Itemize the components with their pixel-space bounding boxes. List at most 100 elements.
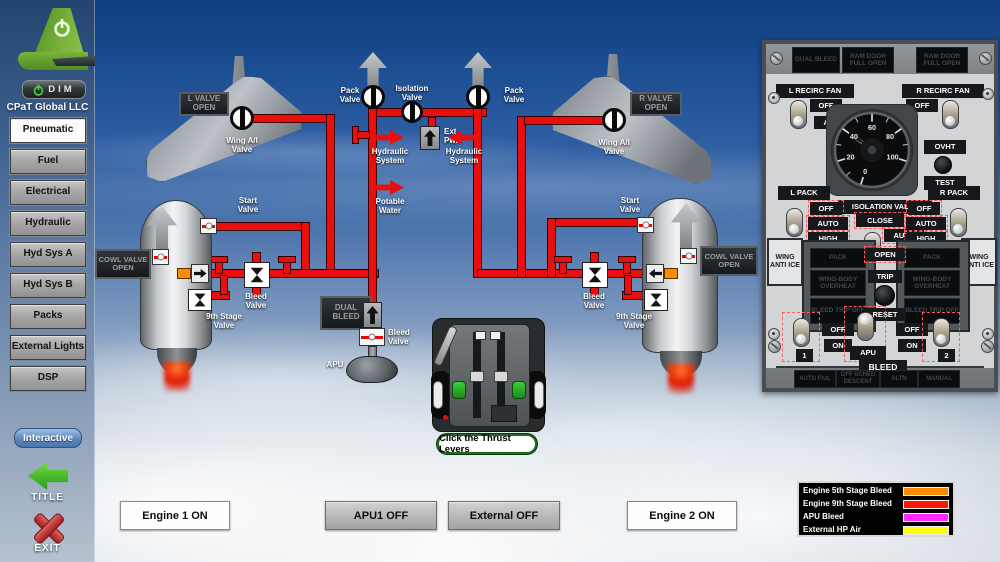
sidebar-item-pneumatic[interactable]: Pneumatic xyxy=(10,118,86,143)
legend-label: External HP Air xyxy=(803,525,861,534)
thrust-lever-1-handle[interactable] xyxy=(470,371,484,382)
l-pack-switch[interactable] xyxy=(786,208,803,237)
l-pack-label: L PACK xyxy=(778,186,830,200)
engine-2-bleed-valve[interactable] xyxy=(582,262,608,288)
engine-1-bleed-valve[interactable] xyxy=(244,262,270,288)
engine-2-9th-stage-valve[interactable] xyxy=(644,289,668,311)
engine-1-start-valve[interactable] xyxy=(200,218,217,234)
legend-swatch-5th-stage xyxy=(903,487,949,496)
exit-x-icon[interactable] xyxy=(31,511,65,543)
screw-icon xyxy=(981,340,994,353)
engine-2-start-valve[interactable] xyxy=(637,217,654,233)
right-pack-valve[interactable] xyxy=(466,85,490,109)
engine-2-bleed-switch[interactable] xyxy=(933,318,950,347)
r-pack-switch[interactable] xyxy=(950,208,967,237)
left-wing-anti-ice-valve[interactable] xyxy=(230,106,254,130)
sidebar-item-hyd-sys-a[interactable]: Hyd Sys A xyxy=(10,242,86,267)
sidebar-item-fuel[interactable]: Fuel xyxy=(10,149,86,174)
ovht-label: OVHT xyxy=(924,140,966,154)
l-recirc-fan-switch[interactable] xyxy=(790,100,807,129)
title-back-arrow-icon[interactable] xyxy=(28,462,68,490)
pipe xyxy=(524,116,610,125)
interactive-button[interactable]: Interactive xyxy=(14,428,82,448)
quadrant-red-indicator xyxy=(443,415,448,420)
altn-annunciator[interactable]: ALTN xyxy=(880,370,918,388)
pipe xyxy=(590,252,599,263)
engine-2-9th-stage-label: 9th Stage Valve xyxy=(608,312,660,330)
right-wing-anti-ice-valve[interactable] xyxy=(602,108,626,132)
legend-swatch-apu xyxy=(903,513,949,522)
right-hydraulic-label: Hydraulic System xyxy=(442,147,486,165)
sidebar-item-packs[interactable]: Packs xyxy=(10,304,86,329)
power-icon xyxy=(33,84,44,96)
pipe xyxy=(517,116,526,278)
open-label: OPEN xyxy=(866,248,904,261)
nav-label: Electrical xyxy=(26,187,70,198)
panel-right-test-button[interactable] xyxy=(982,328,994,340)
thrust-lever-2-handle[interactable] xyxy=(494,371,508,382)
engine-2-5th-stage-check-valve-color xyxy=(664,268,678,279)
right-pack-trip-annunciator[interactable]: PACK xyxy=(904,248,960,268)
apu-bleed-valve[interactable] xyxy=(359,328,385,346)
duct-pressure-gauge: 0 20 40 60 80 100 xyxy=(829,107,915,193)
engine-1-cowl-valve-status: COWL VALVE OPEN xyxy=(95,249,151,279)
left-pack-valve[interactable] xyxy=(361,85,385,109)
off-sched-descent-annunciator[interactable]: OFF SCHED DESCENT xyxy=(836,370,880,388)
engine-1-9th-stage-valve[interactable] xyxy=(188,289,212,311)
thrust-prompt-button[interactable]: Click the Thrust Levers xyxy=(437,434,537,454)
apu-bleed-switch[interactable] xyxy=(857,312,874,341)
screw-icon xyxy=(979,52,992,65)
engine-2-switch-label: 2 xyxy=(938,349,955,362)
ram-door-right-annunciator[interactable]: RAM DOOR FULL OPEN xyxy=(916,47,968,73)
thrust-quadrant[interactable] xyxy=(432,318,545,432)
apu1-power-button[interactable]: APU1 OFF xyxy=(325,501,437,530)
engine-2-bleed-valve-label: Bleed Valve xyxy=(574,292,614,310)
dim-button[interactable]: DIM xyxy=(22,80,86,99)
ram-door-left-annunciator[interactable]: RAM DOOR FULL OPEN xyxy=(842,47,894,73)
engine-2-power-label: Engine 2 ON xyxy=(649,510,714,522)
svg-text:20: 20 xyxy=(846,152,854,161)
l-recirc-test-button[interactable] xyxy=(768,92,780,104)
legend-label: APU Bleed xyxy=(803,512,844,521)
panel-left-test-button[interactable] xyxy=(768,328,780,340)
right-wing-body-overheat-annunciator[interactable]: WING-BODY OVERHEAT xyxy=(904,270,960,296)
nav-label: Pneumatic xyxy=(23,125,74,136)
l-recirc-fan-label: L RECIRC FAN xyxy=(776,84,854,98)
auto-fail-annunciator[interactable]: AUTO FAIL xyxy=(794,370,836,388)
ovht-test-button[interactable] xyxy=(934,156,952,174)
engine-1-power-label: Engine 1 ON xyxy=(142,510,207,522)
dual-bleed-annunciator[interactable]: DUAL BLEED xyxy=(792,47,840,73)
engine-1-bleed-switch[interactable] xyxy=(793,318,810,347)
r-recirc-test-button[interactable] xyxy=(982,88,994,100)
isolation-valve[interactable] xyxy=(401,101,423,123)
engine-2-start-valve-label: Start Valve xyxy=(610,196,650,214)
sidebar-item-electrical[interactable]: Electrical xyxy=(10,180,86,205)
left-wing-body-overheat-annunciator[interactable]: WING-BODY OVERHEAT xyxy=(810,270,866,296)
engine-2-cowl-valve[interactable] xyxy=(680,248,697,264)
l-pack-auto-label: AUTO xyxy=(808,217,848,230)
sidebar-item-external-lights[interactable]: External Lights xyxy=(10,335,86,360)
left-wing-anti-ice-placard: WING ANTI ICE xyxy=(767,238,803,286)
apu-switch-label: APU xyxy=(850,346,886,360)
sidebar-item-hyd-sys-b[interactable]: Hyd Sys B xyxy=(10,273,86,298)
left-wing-valve-status: L VALVE OPEN xyxy=(179,92,229,116)
engine-1-start-valve-label: Start Valve xyxy=(228,196,268,214)
pipe xyxy=(183,269,379,278)
engine-1-cowl-valve[interactable] xyxy=(152,249,169,265)
pipe xyxy=(252,114,334,123)
external-power-label: External OFF xyxy=(470,510,538,522)
sidebar-item-dsp[interactable]: DSP xyxy=(10,366,86,391)
engine-1-power-button[interactable]: Engine 1 ON xyxy=(120,501,230,530)
engine-2-on-label: ON xyxy=(898,339,926,352)
sidebar-item-hydraulic[interactable]: Hydraulic xyxy=(10,211,86,236)
manual-annunciator[interactable]: MANUAL xyxy=(918,370,960,388)
external-power-button[interactable]: External OFF xyxy=(448,501,560,530)
left-wing-ai-valve-label: Wing A/I Valve xyxy=(220,136,264,154)
potable-water-flow-arrow-icon xyxy=(376,179,404,196)
r-recirc-fan-switch[interactable] xyxy=(942,100,959,129)
engine-2-power-button[interactable]: Engine 2 ON xyxy=(627,501,737,530)
potable-water-label: Potable Water xyxy=(368,197,412,215)
trip-reset-button[interactable] xyxy=(874,285,895,306)
left-pack-trip-annunciator[interactable]: PACK xyxy=(810,248,866,268)
interactive-label: Interactive xyxy=(23,433,73,444)
